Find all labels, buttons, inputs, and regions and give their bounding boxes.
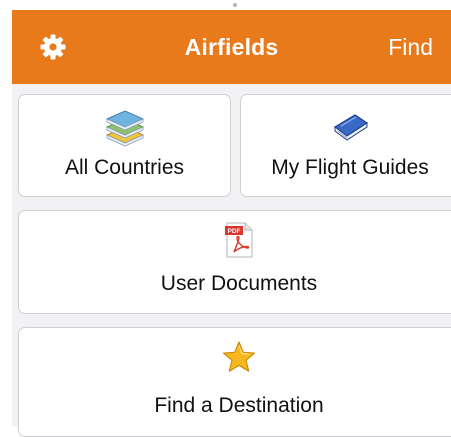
all-countries-tile[interactable]: All Countries bbox=[18, 94, 231, 197]
user-documents-label: User Documents bbox=[160, 272, 318, 295]
find-button[interactable]: Find bbox=[388, 34, 433, 61]
find-destination-tile[interactable]: Find a Destination bbox=[18, 327, 451, 437]
menu-grid: All Countries My Flight Guides PDF User … bbox=[12, 84, 451, 437]
navigation-bar: Airfields Find bbox=[12, 10, 451, 84]
status-indicator bbox=[233, 3, 237, 7]
status-bar bbox=[0, 0, 451, 10]
user-documents-tile[interactable]: PDF User Documents bbox=[18, 210, 451, 314]
star-icon bbox=[222, 341, 256, 372]
my-flight-guides-tile[interactable]: My Flight Guides bbox=[240, 94, 451, 197]
find-destination-label: Find a Destination bbox=[154, 394, 324, 417]
nav-title: Airfields bbox=[184, 34, 279, 60]
book-icon bbox=[333, 114, 369, 141]
stacked-books-icon bbox=[105, 110, 144, 147]
pdf-file-icon: PDF bbox=[225, 222, 253, 258]
pdf-badge-text: PDF bbox=[228, 228, 241, 235]
my-flight-guides-label: My Flight Guides bbox=[271, 156, 429, 179]
all-countries-label: All Countries bbox=[64, 156, 185, 179]
